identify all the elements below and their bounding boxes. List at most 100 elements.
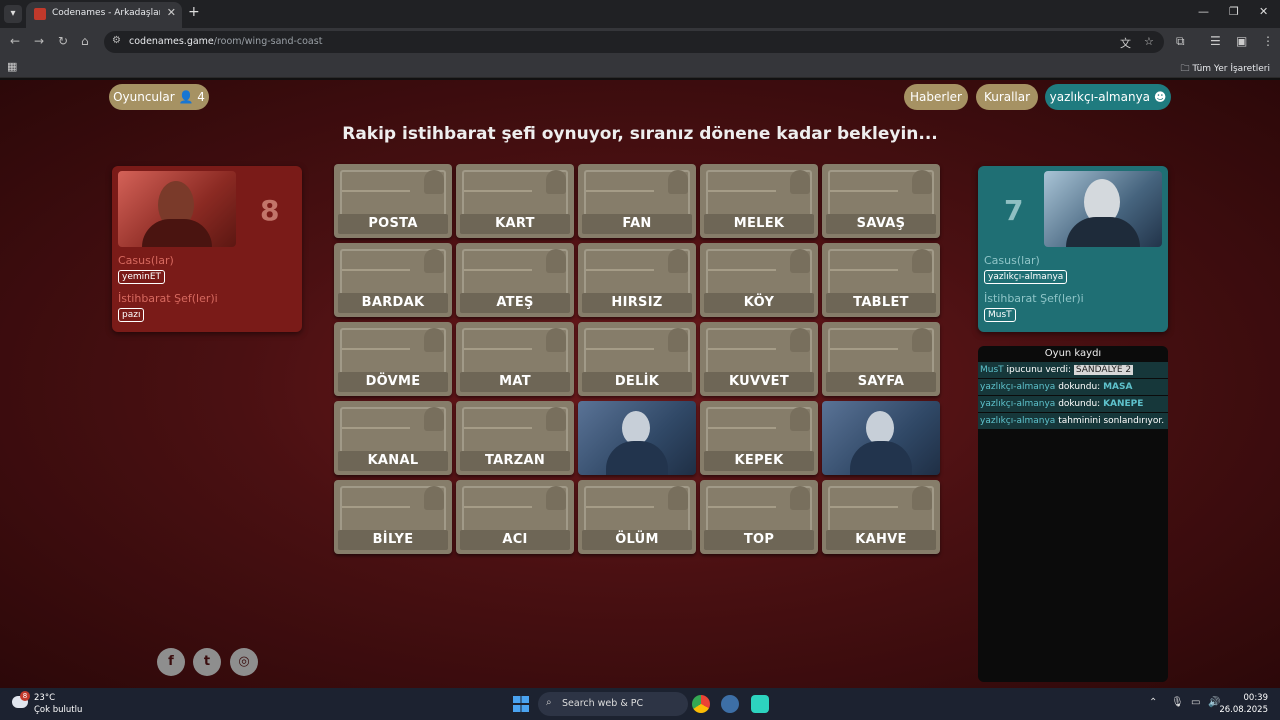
site-info-icon[interactable]: ⚙ — [112, 35, 121, 46]
clock-time[interactable]: 00:39 — [1244, 693, 1269, 703]
card-silhouette-icon — [912, 249, 932, 273]
forward-icon[interactable]: → — [34, 34, 44, 48]
close-window-icon[interactable]: ✕ — [1259, 5, 1268, 18]
word-card[interactable]: HIRSIZ — [578, 243, 696, 317]
display-icon[interactable]: ▭ — [1191, 697, 1200, 708]
url-text: codenames.game/room/wing-sand-coast — [129, 36, 323, 47]
card-word: ATEŞ — [496, 295, 534, 310]
search-icon: ⌕ — [546, 697, 552, 708]
revealed-agent-card[interactable] — [822, 401, 940, 475]
blue-operative-name: yazlıkçı-almanya — [984, 270, 1068, 284]
chrome-app-icon[interactable] — [692, 695, 710, 713]
user-menu-button[interactable]: yazlıkçı-almanya ☻ — [1045, 84, 1171, 110]
blue-spymasters-label: İstihbarat Şef(ler)i — [984, 292, 1084, 305]
log-player: yazlıkçı-almanya — [980, 382, 1056, 392]
players-count: 4 — [197, 90, 205, 104]
word-card[interactable]: FAN — [578, 164, 696, 238]
codenames-favicon-icon — [34, 8, 46, 20]
card-silhouette-icon — [546, 249, 566, 273]
game-log-entry: yazlıkçı-almanya dokundu: KANEPE — [978, 396, 1168, 412]
temperature: 23°C — [34, 693, 56, 703]
reading-list-icon[interactable]: ☰ — [1210, 34, 1221, 48]
word-card[interactable]: DÖVME — [334, 322, 452, 396]
close-tab-icon[interactable]: ✕ — [167, 6, 176, 19]
extensions-icon[interactable]: ⧉ — [1176, 34, 1185, 49]
word-card[interactable]: KANAL — [334, 401, 452, 475]
word-card[interactable]: ATEŞ — [456, 243, 574, 317]
active-tab[interactable]: Codenames - Arkadaşlarınızla çevrimiçi ✕ — [26, 2, 182, 28]
home-icon[interactable]: ⌂ — [81, 34, 89, 48]
word-card[interactable]: KUVVET — [700, 322, 818, 396]
word-card[interactable]: SAVAŞ — [822, 164, 940, 238]
word-card[interactable]: MELEK — [700, 164, 818, 238]
card-silhouette-icon — [546, 328, 566, 352]
card-line — [464, 190, 532, 192]
bookmark-star-icon[interactable]: ☆ — [1144, 35, 1154, 48]
news-button[interactable]: Haberler — [904, 84, 968, 110]
revealed-agent-card[interactable] — [578, 401, 696, 475]
app-icon[interactable] — [721, 695, 739, 713]
app-icon[interactable] — [751, 695, 769, 713]
word-card[interactable]: TOP — [700, 480, 818, 554]
back-icon[interactable]: ← — [10, 34, 20, 48]
card-silhouette-icon — [668, 249, 688, 273]
minimize-icon[interactable]: — — [1198, 5, 1209, 18]
agent-portrait — [866, 411, 894, 445]
user-name: yazlıkçı-almanya — [1049, 90, 1151, 104]
word-card[interactable]: BARDAK — [334, 243, 452, 317]
rules-button[interactable]: Kurallar — [976, 84, 1038, 110]
browser-tab-bar: ▾ Codenames - Arkadaşlarınızla çevrimiçi… — [0, 0, 1280, 28]
word-card[interactable]: ACI — [456, 480, 574, 554]
word-card[interactable]: TABLET — [822, 243, 940, 317]
word-card[interactable]: MAT — [456, 322, 574, 396]
restore-icon[interactable]: ❐ — [1229, 5, 1239, 18]
word-card[interactable]: KEPEK — [700, 401, 818, 475]
card-word: SAYFA — [857, 374, 905, 389]
windows-start-icon[interactable] — [513, 696, 529, 712]
word-card[interactable]: KART — [456, 164, 574, 238]
address-bar[interactable]: ⚙ codenames.game/room/wing-sand-coast 文 … — [104, 31, 1164, 53]
red-spymasters-label: İstihbarat Şef(ler)i — [118, 292, 218, 305]
word-card[interactable]: ÖLÜM — [578, 480, 696, 554]
card-silhouette-icon — [912, 328, 932, 352]
all-bookmarks-link[interactable]: 🗀 Tüm Yer İşaretleri — [1180, 61, 1270, 77]
word-card[interactable]: SAYFA — [822, 322, 940, 396]
card-line — [464, 348, 532, 350]
windows-taskbar: 8 23°C Çok bulutlu ⌕ Search web & PC ⌃ 🎙… — [0, 688, 1280, 720]
microphone-icon[interactable]: 🎙 — [1171, 697, 1184, 708]
new-tab-icon[interactable]: + — [188, 4, 200, 20]
instagram-icon[interactable]: ◎ — [230, 648, 258, 676]
card-silhouette-icon — [912, 486, 932, 510]
log-player: yazlıkçı-almanya — [980, 399, 1056, 409]
chevron-up-icon[interactable]: ⌃ — [1149, 697, 1157, 708]
log-highlight: SANDALYE 2 — [1073, 365, 1134, 375]
word-card[interactable]: KAHVE — [822, 480, 940, 554]
word-card[interactable]: DELİK — [578, 322, 696, 396]
blue-team-portrait — [1044, 171, 1162, 247]
clock-date[interactable]: 26.08.2025 — [1219, 705, 1268, 715]
log-player: yazlıkçı-almanya — [980, 416, 1056, 426]
weather-condition: Çok bulutlu — [34, 705, 83, 715]
card-line — [464, 269, 532, 271]
word-card[interactable]: BİLYE — [334, 480, 452, 554]
card-word: FAN — [622, 216, 652, 231]
menu-icon[interactable]: ⋮ — [1262, 34, 1274, 48]
card-word: ÖLÜM — [615, 532, 659, 547]
reload-icon[interactable]: ↻ — [58, 34, 68, 48]
taskbar-search[interactable]: ⌕ Search web & PC — [538, 692, 688, 716]
bookmarks-bar: ▦ 🗀 Tüm Yer İşaretleri — [0, 56, 1280, 78]
word-card[interactable]: POSTA — [334, 164, 452, 238]
apps-grid-icon[interactable]: ▦ — [7, 60, 17, 73]
card-line — [586, 348, 654, 350]
tab-search-button[interactable]: ▾ — [4, 5, 22, 23]
word-card[interactable]: TARZAN — [456, 401, 574, 475]
game-log-entry: MusT ipucunu verdi: SANDALYE 2 — [978, 362, 1168, 378]
twitter-icon[interactable]: t — [193, 648, 221, 676]
word-card[interactable]: KÖY — [700, 243, 818, 317]
profile-icon[interactable]: ▣ — [1236, 34, 1247, 48]
facebook-icon[interactable]: f — [157, 648, 185, 676]
players-button[interactable]: Oyuncular 👤 4 — [109, 84, 209, 110]
card-word: MAT — [499, 374, 531, 389]
card-line — [708, 506, 776, 508]
translate-icon[interactable]: 文 — [1120, 35, 1131, 51]
